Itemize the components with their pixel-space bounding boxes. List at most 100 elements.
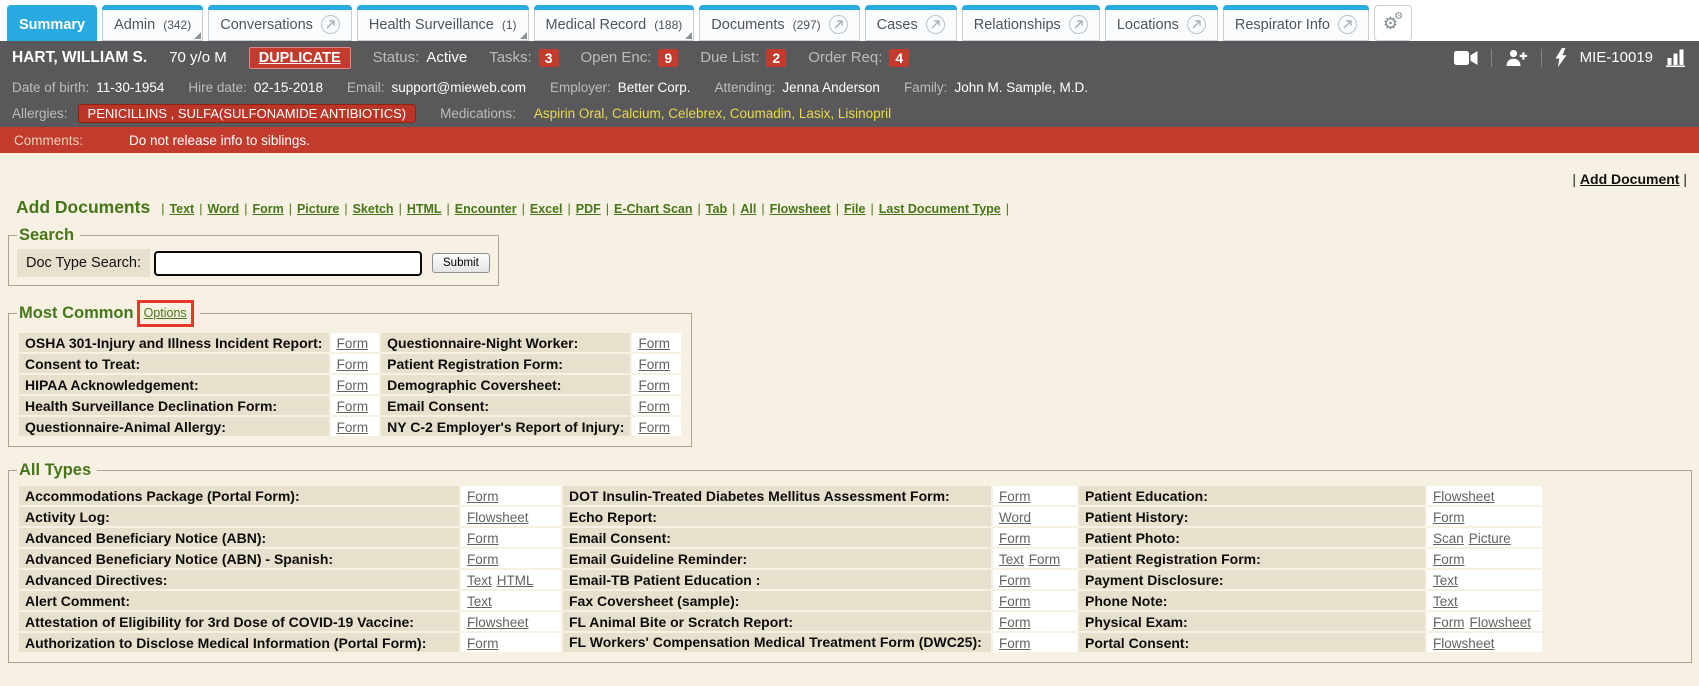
doc-link-form[interactable]: Form [999, 594, 1031, 609]
doc-link-form[interactable]: Form [337, 336, 369, 351]
submit-button[interactable]: Submit [432, 253, 490, 273]
most-common-legend: Most Common Options [17, 300, 200, 327]
doc-link-form[interactable]: Form [999, 573, 1031, 588]
doc-link-form[interactable]: Form [999, 489, 1031, 504]
video-camera-icon[interactable] [1454, 50, 1478, 66]
duplicate-badge[interactable]: DUPLICATE [249, 47, 351, 69]
doc-link-flowsheet[interactable]: Flowsheet [1433, 636, 1495, 651]
doc-link-form[interactable]: Form [999, 615, 1031, 630]
add-doc-type-link-all[interactable]: All [740, 202, 756, 216]
doc-link-flowsheet[interactable]: Flowsheet [1433, 489, 1495, 504]
tab-documents[interactable]: Documents(297) [699, 5, 859, 41]
doc-link-form[interactable]: Form [467, 531, 499, 546]
allergy-medication-row: Allergies: PENICILLINS , SULFA(SULFONAMI… [0, 100, 1699, 127]
lightning-icon[interactable] [1555, 48, 1567, 67]
add-doc-type-link-e-chart-scan[interactable]: E-Chart Scan [614, 202, 693, 216]
tab-count: (297) [793, 18, 821, 32]
doc-link-scan[interactable]: Scan [1433, 531, 1464, 546]
doc-link-form[interactable]: Form [638, 378, 670, 393]
doc-link-form[interactable]: Form [337, 420, 369, 435]
doc-link-form[interactable]: Form [638, 336, 670, 351]
medication-link[interactable]: Celebrex, [668, 106, 726, 121]
doc-link-form[interactable]: Form [1433, 510, 1465, 525]
tab-relationships[interactable]: Relationships [962, 5, 1100, 41]
add-doc-type-link-html[interactable]: HTML [407, 202, 442, 216]
doc-link-text[interactable]: Text [1433, 573, 1458, 588]
doc-link-form[interactable]: Form [638, 399, 670, 414]
medication-link[interactable]: Coumadin, [730, 106, 795, 121]
add-doc-type-link-pdf[interactable]: PDF [576, 202, 601, 216]
pipe-separator: | [698, 202, 701, 216]
tab-respirator-info[interactable]: Respirator Info [1223, 5, 1369, 41]
medication-link[interactable]: Lisinopril [838, 106, 891, 121]
add-person-icon[interactable] [1505, 49, 1528, 66]
doc-link-form[interactable]: Form [337, 378, 369, 393]
add-doc-type-link-file[interactable]: File [844, 202, 866, 216]
pipe-separator: | [399, 202, 402, 216]
add-doc-type-link-flowsheet[interactable]: Flowsheet [770, 202, 831, 216]
tab-summary[interactable]: Summary [7, 5, 97, 41]
medication-link[interactable]: Calcium, [612, 106, 665, 121]
order-req-count-badge[interactable]: 4 [889, 49, 909, 67]
doc-type-search-input[interactable] [154, 251, 422, 276]
add-doc-type-link-word[interactable]: Word [207, 202, 239, 216]
doc-type-links: Form [632, 333, 681, 352]
doc-link-flowsheet[interactable]: Flowsheet [467, 615, 529, 630]
add-doc-type-link-encounter[interactable]: Encounter [455, 202, 517, 216]
tab-medical-record[interactable]: Medical Record(188) [534, 5, 695, 41]
doc-link-form[interactable]: Form [999, 531, 1031, 546]
tab-conversations[interactable]: Conversations [208, 5, 352, 41]
doc-link-form[interactable]: Form [1433, 552, 1465, 567]
table-row: Authorization to Disclose Medical Inform… [19, 633, 1542, 652]
add-doc-type-link-picture[interactable]: Picture [297, 202, 339, 216]
open-enc-count-badge[interactable]: 9 [658, 49, 678, 67]
allergy-badge[interactable]: PENICILLINS , SULFA(SULFONAMIDE ANTIBIOT… [78, 104, 417, 123]
medication-link[interactable]: Aspirin Oral, [534, 106, 608, 121]
add-documents-header: Add Documents |Text|Word|Form|Picture|Sk… [16, 197, 1691, 218]
doc-type-links: Form [1427, 549, 1542, 568]
doc-type-label: Patient History: [1079, 507, 1425, 526]
doc-link-form[interactable]: Form [1029, 552, 1061, 567]
doc-link-flowsheet[interactable]: Flowsheet [467, 510, 529, 525]
tab-locations[interactable]: Locations [1105, 5, 1218, 41]
doc-link-form[interactable]: Form [638, 357, 670, 372]
doc-link-form[interactable]: Form [337, 399, 369, 414]
medication-link[interactable]: Lasix, [799, 106, 834, 121]
tab-cases[interactable]: Cases [865, 5, 957, 41]
add-doc-type-link-tab[interactable]: Tab [706, 202, 727, 216]
doc-link-text[interactable]: Text [467, 573, 492, 588]
add-doc-type-link-form[interactable]: Form [252, 202, 283, 216]
add-doc-type-link-sketch[interactable]: Sketch [353, 202, 394, 216]
due-list-count-badge[interactable]: 2 [766, 49, 786, 67]
open-enc-field: Open Enc: 9 [581, 49, 679, 67]
doc-link-form[interactable]: Form [467, 636, 499, 651]
bar-chart-icon[interactable] [1666, 49, 1687, 67]
settings-button[interactable]: ⚙ ⚙ [1374, 5, 1412, 41]
tab-count: (188) [654, 18, 682, 32]
add-document-link[interactable]: Add Document [1580, 171, 1680, 187]
add-doc-type-link-text[interactable]: Text [169, 202, 194, 216]
add-doc-type-link-excel[interactable]: Excel [530, 202, 563, 216]
doc-link-form[interactable]: Form [337, 357, 369, 372]
doc-type-links: Form [632, 375, 681, 394]
tasks-count-badge[interactable]: 3 [539, 49, 559, 67]
tab-admin[interactable]: Admin(342) [102, 5, 203, 41]
doc-link-text[interactable]: Text [1433, 594, 1458, 609]
doc-link-form[interactable]: Form [638, 420, 670, 435]
tab-health-surveillance[interactable]: Health Surveillance(1) [357, 5, 529, 41]
doc-link-flowsheet[interactable]: Flowsheet [1470, 615, 1532, 630]
add-doc-type-link-last-document-type[interactable]: Last Document Type [879, 202, 1001, 216]
doc-link-text[interactable]: Text [467, 594, 492, 609]
doc-link-picture[interactable]: Picture [1469, 531, 1511, 546]
doc-link-form[interactable]: Form [467, 552, 499, 567]
doc-link-form[interactable]: Form [1433, 615, 1465, 630]
doc-link-word[interactable]: Word [999, 510, 1031, 525]
doc-link-form[interactable]: Form [467, 489, 499, 504]
options-link[interactable]: Options [144, 306, 187, 320]
doc-link-text[interactable]: Text [999, 552, 1024, 567]
doc-type-label: Payment Disclosure: [1079, 570, 1425, 589]
tab-label: Locations [1117, 17, 1179, 33]
table-row: Advanced Beneficiary Notice (ABN) - Span… [19, 549, 1542, 568]
doc-link-html[interactable]: HTML [497, 573, 534, 588]
doc-link-form[interactable]: Form [999, 636, 1031, 651]
